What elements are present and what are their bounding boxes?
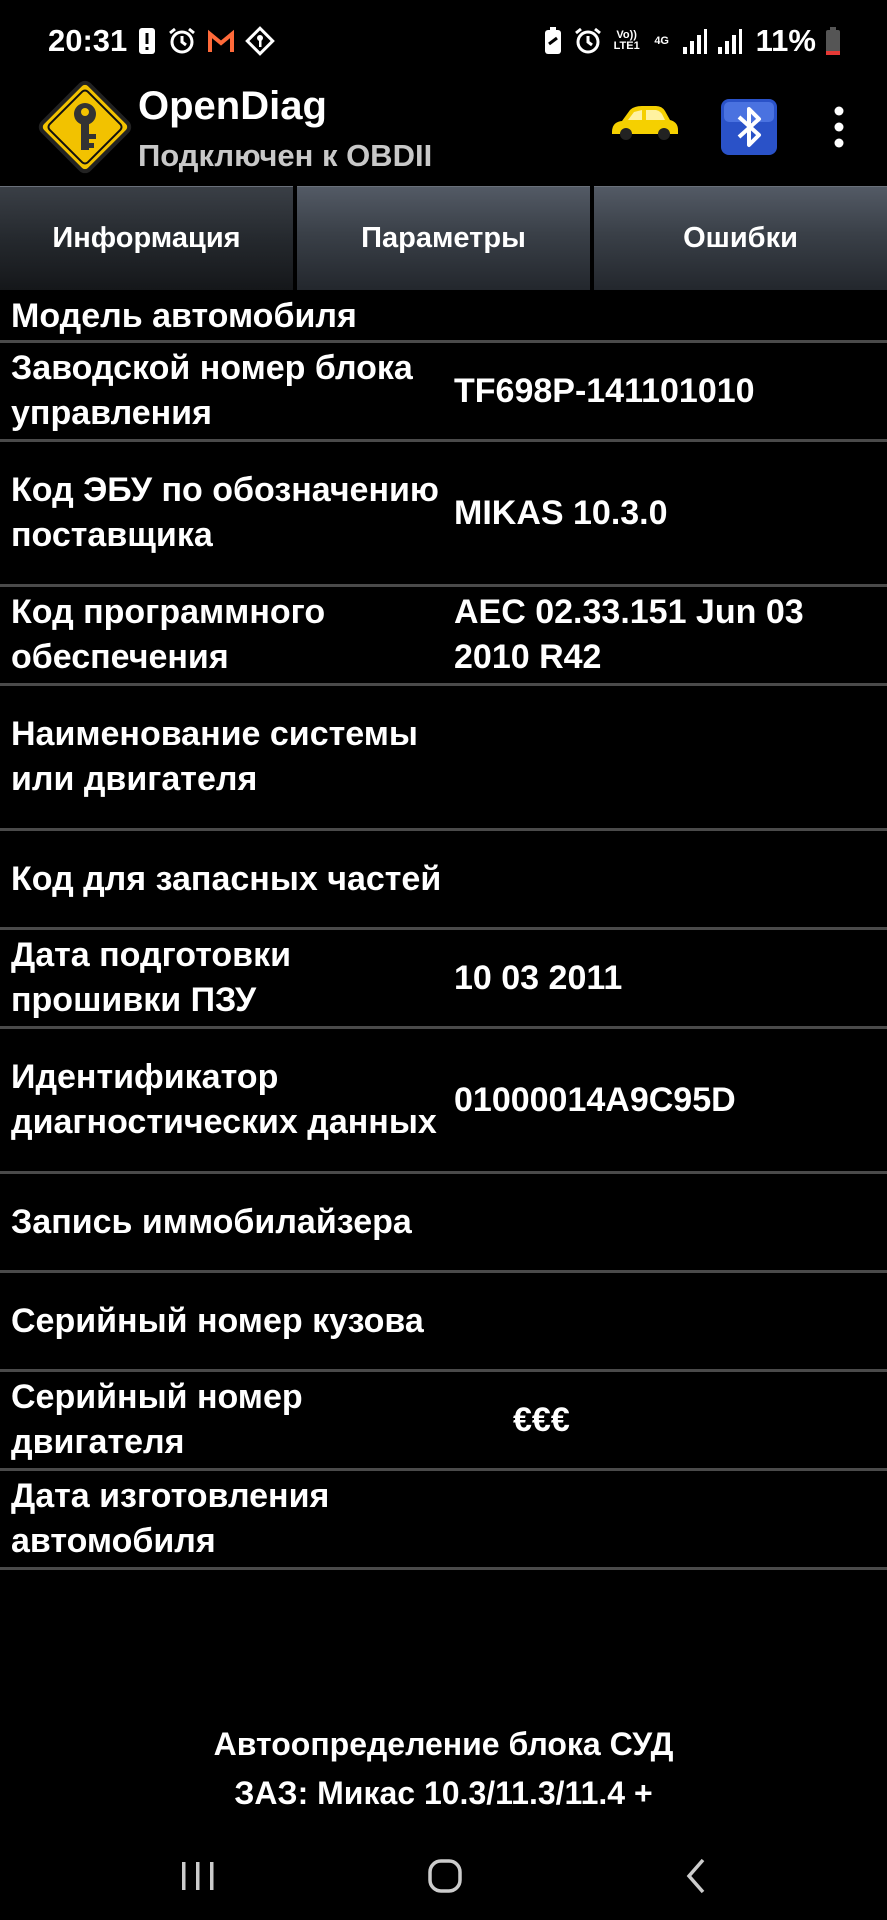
row-label: Серийный номер двигателя [11, 1378, 303, 1461]
row-value: TF698P-141101010 [454, 371, 755, 410]
system-nav-bar [0, 1835, 887, 1920]
row-label: Код для запасных частей [11, 859, 442, 898]
key-diamond-icon [245, 26, 276, 56]
app-notification-icon [206, 26, 236, 56]
table-row: Запись иммобилайзера [0, 1174, 887, 1273]
tab-information[interactable]: Информация [0, 186, 293, 290]
row-value [444, 751, 887, 763]
network-type-label: 4G [654, 34, 669, 47]
row-label: Запись иммобилайзера [11, 1202, 412, 1241]
recent-apps-button[interactable] [170, 1851, 226, 1901]
table-row: Код ЭБУ по обозначению поставщика MIKAS … [0, 442, 887, 587]
overflow-menu-icon[interactable] [824, 102, 854, 152]
ecu-info-table: Модель автомобиля Заводской номер блока … [0, 292, 887, 1570]
footer-line-1: Автоопределение блока СУД [213, 1726, 674, 1762]
table-row: Серийный номер двигателя €€€ [0, 1372, 887, 1471]
row-label: Серийный номер кузова [11, 1301, 424, 1340]
row-value: AEC 02.33.151 Jun 03 2010 R42 [454, 593, 804, 676]
app-title: OpenDiag [138, 84, 327, 128]
table-row: Идентификатор диагностических данных 010… [0, 1029, 887, 1174]
table-row: Наименование системы или двигателя [0, 686, 887, 831]
signal-strength-icon-1 [682, 27, 708, 55]
home-button[interactable] [417, 1851, 473, 1901]
row-value: 01000014A9C95D [454, 1080, 736, 1119]
row-label: Модель автомобиля [11, 296, 357, 335]
alarm-icon [167, 26, 197, 56]
row-value: 10 03 2011 [454, 958, 623, 997]
table-row: Дата подготовки прошивки ПЗУ 10 03 2011 [0, 930, 887, 1029]
row-label: Заводской номер блока управления [11, 349, 413, 432]
row-value [444, 1513, 887, 1525]
tab-bar: Информация Параметры Ошибки [0, 186, 887, 290]
row-value [444, 873, 887, 885]
bluetooth-icon[interactable] [719, 97, 779, 157]
battery-percent: 11% [755, 23, 816, 58]
connection-status: Подключен к OBDII [138, 138, 433, 173]
volte-label: Vo)) LTE1 [613, 29, 640, 52]
autodetect-footer: Автоопределение блока СУД ЗАЗ: Микас 10.… [0, 1720, 887, 1818]
table-row: Код для запасных частей [0, 831, 887, 930]
tab-parameters[interactable]: Параметры [297, 186, 590, 290]
row-value [444, 1315, 887, 1327]
row-value: MIKAS 10.3.0 [454, 493, 668, 532]
table-row: Код программного обеспечения AEC 02.33.1… [0, 587, 887, 686]
clock: 20:31 [48, 23, 128, 58]
status-right: Vo)) LTE1 4G 11% [542, 23, 841, 59]
back-button[interactable] [668, 1851, 724, 1901]
car-select-icon[interactable] [608, 102, 680, 142]
row-label: Наименование системы или двигателя [11, 715, 418, 798]
table-row: Модель автомобиля [0, 292, 887, 343]
row-value [444, 310, 887, 322]
row-label: Код ЭБУ по обозначению поставщика [11, 471, 439, 554]
alert-icon [136, 26, 158, 56]
row-label: Идентификатор диагностических данных [11, 1058, 437, 1141]
row-label: Код программного обеспечения [11, 593, 326, 676]
table-row: Серийный номер кузова [0, 1273, 887, 1372]
status-left: 20:31 [48, 23, 276, 59]
row-label: Дата подготовки прошивки ПЗУ [11, 936, 292, 1019]
status-bar: 20:31 Vo)) LTE1 4G 11% [0, 0, 887, 82]
signal-strength-icon-2 [717, 27, 743, 55]
battery-saver-icon [542, 26, 564, 56]
battery-icon [825, 26, 841, 56]
app-bar: OpenDiag Подключен к OBDII [0, 72, 887, 182]
row-value [444, 1216, 887, 1228]
row-value: €€€ [513, 1400, 570, 1439]
table-row: Заводской номер блока управления TF698P-… [0, 343, 887, 442]
opendiag-logo-icon [32, 74, 138, 180]
tab-errors[interactable]: Ошибки [594, 186, 887, 290]
row-label: Дата изготовления автомобиля [11, 1477, 330, 1560]
footer-line-2: ЗАЗ: Микас 10.3/11.3/11.4 + [234, 1775, 653, 1811]
table-row: Дата изготовления автомобиля [0, 1471, 887, 1570]
alarm-icon-right [573, 26, 603, 56]
